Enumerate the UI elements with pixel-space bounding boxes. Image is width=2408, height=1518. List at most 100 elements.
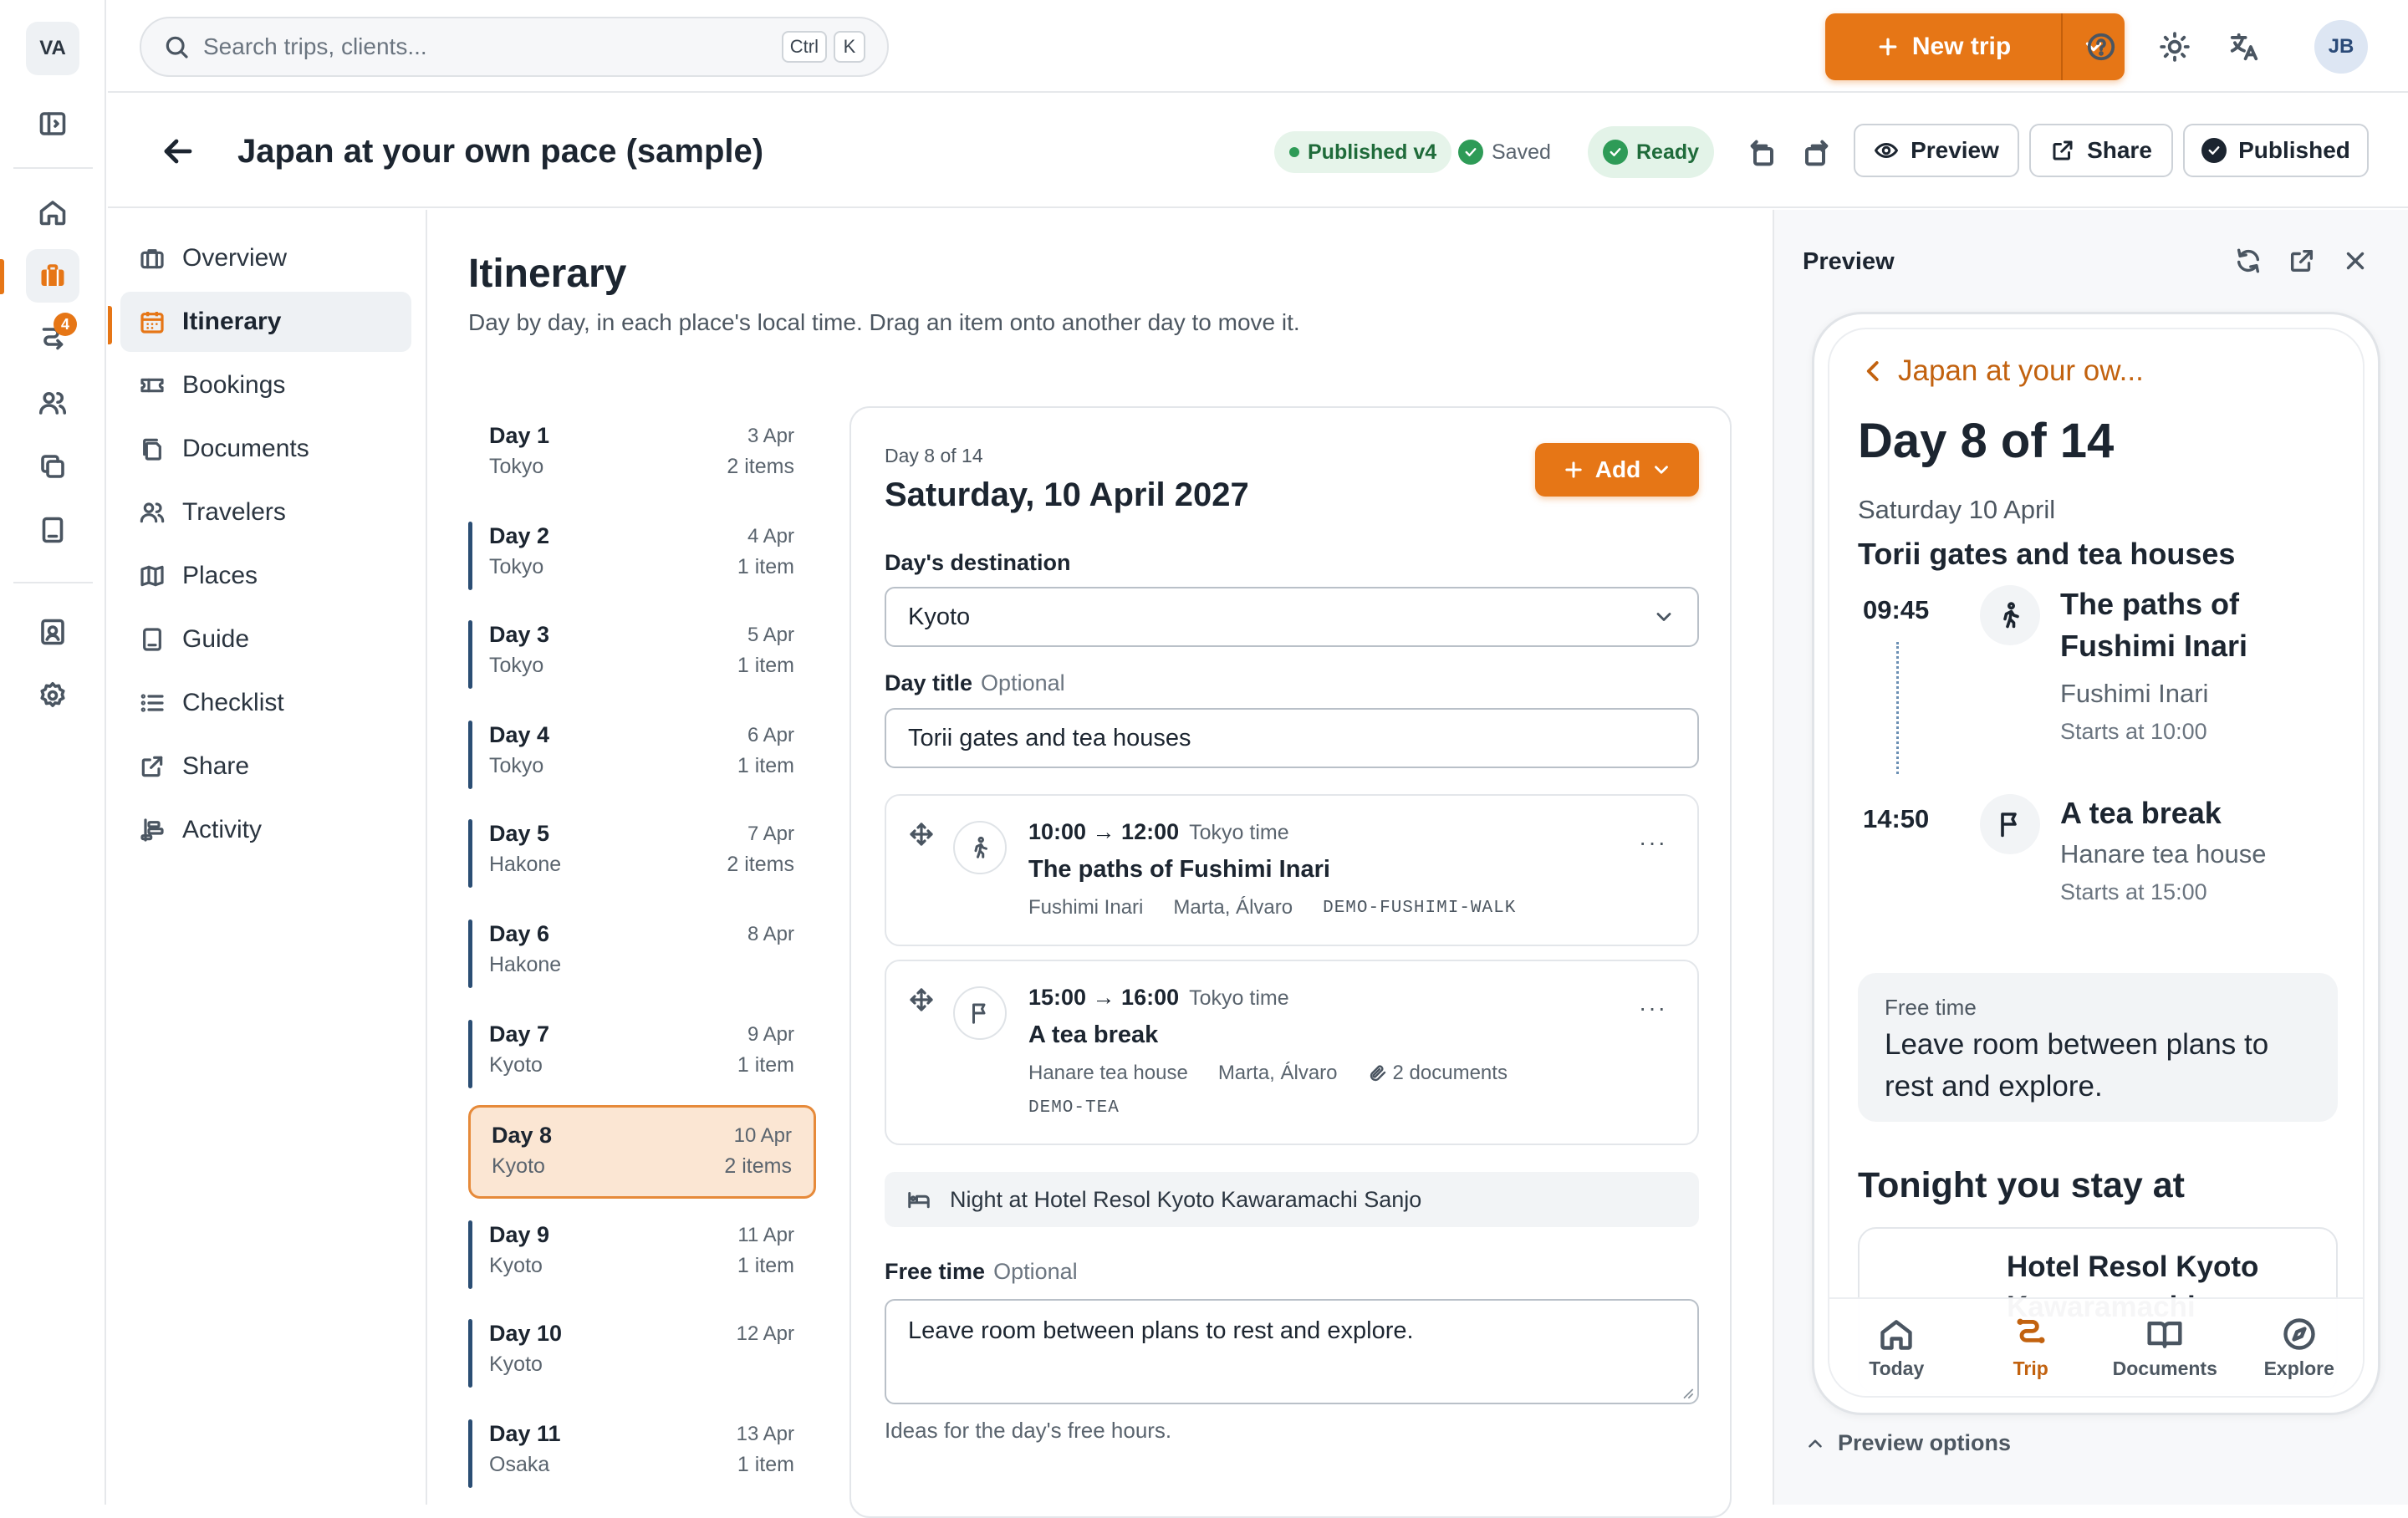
day-list-item-selected[interactable]: Day 8 Kyoto 10 Apr 2 items (468, 1105, 816, 1199)
rail-divider (13, 167, 93, 169)
day-indicator-bar (468, 1220, 472, 1289)
item-documents[interactable]: 2 documents (1368, 1062, 1508, 1085)
preview-options-toggle[interactable]: Preview options (1804, 1430, 2011, 1456)
nav-item-label: Bookings (182, 371, 285, 400)
more-options-icon[interactable]: ··· (1639, 829, 1667, 856)
phone-tab-bar: Today Trip Documents Explore (1829, 1297, 2365, 1396)
day-list-item[interactable]: Day 2 Tokyo 4 Apr 1 item (468, 510, 816, 602)
nav-item-places[interactable]: Places (120, 546, 411, 606)
nav-item-overview[interactable]: Overview (120, 228, 411, 288)
refresh-icon[interactable] (2231, 243, 2266, 278)
day-city: Tokyo (489, 555, 543, 579)
overnight-stay-row[interactable]: Night at Hotel Resol Kyoto Kawaramachi S… (885, 1172, 1699, 1227)
add-item-button[interactable]: Add (1535, 443, 1699, 497)
destination-select[interactable]: Kyoto (885, 587, 1699, 647)
more-options-icon[interactable]: ··· (1639, 995, 1667, 1021)
day-date: 11 Apr (737, 1224, 794, 1247)
nav-item-bookings[interactable]: Bookings (120, 355, 411, 415)
day-list-item[interactable]: Day 11 Osaka 13 Apr 1 item (468, 1408, 816, 1500)
language-icon[interactable] (2221, 23, 2268, 70)
library-icon[interactable] (26, 440, 79, 493)
phone-back-label: Japan at your ow... (1898, 354, 2144, 388)
nav-item-guide[interactable]: Guide (120, 609, 411, 670)
phone-back-link[interactable]: Japan at your ow... (1861, 354, 2144, 388)
phone-tab-explore[interactable]: Explore (2232, 1299, 2365, 1396)
day-list-item[interactable]: Day 5 Hakone 7 Apr 2 items (468, 807, 816, 899)
phone-day-title: Torii gates and tea houses (1858, 537, 2235, 572)
new-trip-label: New trip (1912, 33, 2011, 61)
ready-status-badge[interactable]: Ready (1588, 126, 1714, 178)
itinerary-item-card[interactable]: 15:00 → 16:00Tokyo time A tea break Hana… (885, 960, 1699, 1145)
phone-tab-today[interactable]: Today (1829, 1299, 1964, 1396)
nav-item-travelers[interactable]: Travelers (120, 482, 411, 543)
phone-date: Saturday 10 April (1858, 495, 2055, 525)
undo-icon[interactable] (1747, 136, 1780, 170)
item-time: 10:00 → 12:00Tokyo time (1028, 819, 1289, 845)
day-list-item[interactable]: Day 6 Hakone 8 Apr (468, 908, 816, 1000)
trips-icon[interactable] (26, 249, 79, 303)
free-time-textarea[interactable]: Leave room between plans to rest and exp… (885, 1299, 1699, 1404)
route-icon (2013, 1316, 2049, 1352)
phone-item-name[interactable]: The paths of Fushimi Inari (2060, 583, 2336, 667)
free-time-help: Ideas for the day's free hours. (885, 1418, 1171, 1444)
sidebar-toggle-icon[interactable] (26, 97, 79, 150)
home-icon[interactable] (26, 186, 79, 239)
resize-handle-icon[interactable] (1681, 1386, 1694, 1399)
open-external-icon[interactable] (2284, 243, 2319, 278)
close-icon[interactable] (2338, 243, 2373, 278)
contacts-icon[interactable] (26, 605, 79, 659)
day-date: 12 Apr (737, 1322, 794, 1346)
check-circle-icon (2201, 138, 2227, 163)
published-version-badge: Published v4 (1274, 131, 1451, 173)
new-trip-button[interactable]: New trip (1825, 13, 2061, 80)
itinerary-item-card[interactable]: 10:00 → 12:00Tokyo time The paths of Fus… (885, 794, 1699, 946)
day-item-count: 2 items (727, 455, 794, 479)
nav-item-documents[interactable]: Documents (120, 419, 411, 479)
drag-handle-icon[interactable] (908, 986, 935, 1013)
day-item-count: 1 item (737, 555, 794, 579)
home-icon (1878, 1316, 1915, 1352)
day-list-item[interactable]: Day 9 Kyoto 11 Apr 1 item (468, 1209, 816, 1301)
day-title-label: Day titleOptional (885, 670, 1065, 696)
phone-item-name[interactable]: A tea break (2060, 792, 2336, 834)
day-list-item[interactable]: Day 1 Tokyo 3 Apr 2 items (468, 410, 816, 502)
settings-icon[interactable] (26, 669, 79, 722)
day-list-item[interactable]: Day 10 Kyoto 12 Apr (468, 1307, 816, 1399)
phone-frame: Japan at your ow... Day 8 of 14 Saturday… (1812, 312, 2380, 1415)
help-icon[interactable] (2078, 23, 2125, 70)
user-avatar[interactable]: JB (2314, 20, 2368, 74)
day-name: Day 4 (489, 722, 549, 748)
day-list-item[interactable]: Day 7 Kyoto 9 Apr 1 item (468, 1008, 816, 1100)
nav-item-share[interactable]: Share (120, 736, 411, 797)
preview-button[interactable]: Preview (1854, 124, 2019, 177)
published-button[interactable]: Published (2183, 124, 2369, 177)
timeline-connector (1896, 642, 1899, 774)
check-circle-icon (1458, 140, 1483, 165)
nav-item-activity[interactable]: Activity (120, 800, 411, 860)
share-button[interactable]: Share (2029, 124, 2173, 177)
day-indicator-bar (468, 721, 472, 789)
day-title-input[interactable]: Torii gates and tea houses (885, 708, 1699, 768)
back-arrow-icon[interactable] (158, 131, 198, 171)
item-meta: Fushimi Inari Marta, Álvaro DEMO-FUSHIMI… (1028, 896, 1516, 919)
phone-tab-trip[interactable]: Trip (1964, 1299, 2099, 1396)
day-name: Day 5 (489, 821, 549, 847)
guidebook-icon[interactable] (26, 503, 79, 557)
phone-tab-documents[interactable]: Documents (2098, 1299, 2232, 1396)
day-list-item[interactable]: Day 4 Tokyo 6 Apr 1 item (468, 709, 816, 801)
workspace-switcher[interactable]: VA (26, 22, 79, 75)
search-input[interactable]: Search trips, clients... Ctrl K (140, 17, 889, 77)
phone-screen: Japan at your ow... Day 8 of 14 Saturday… (1828, 328, 2365, 1398)
calendar-icon (139, 308, 166, 335)
nav-item-itinerary[interactable]: Itinerary (120, 292, 411, 352)
day-list-item[interactable]: Day 3 Tokyo 5 Apr 1 item (468, 609, 816, 700)
theme-toggle-icon[interactable] (2151, 23, 2198, 70)
page-title: Japan at your own pace (sample) (237, 133, 763, 171)
drag-handle-icon[interactable] (908, 821, 935, 848)
check-circle-icon (1603, 140, 1628, 165)
map-icon (139, 563, 166, 589)
clients-icon[interactable] (26, 376, 79, 430)
redo-icon[interactable] (1798, 136, 1832, 170)
day-city: Tokyo (489, 654, 543, 678)
nav-item-checklist[interactable]: Checklist (120, 673, 411, 733)
